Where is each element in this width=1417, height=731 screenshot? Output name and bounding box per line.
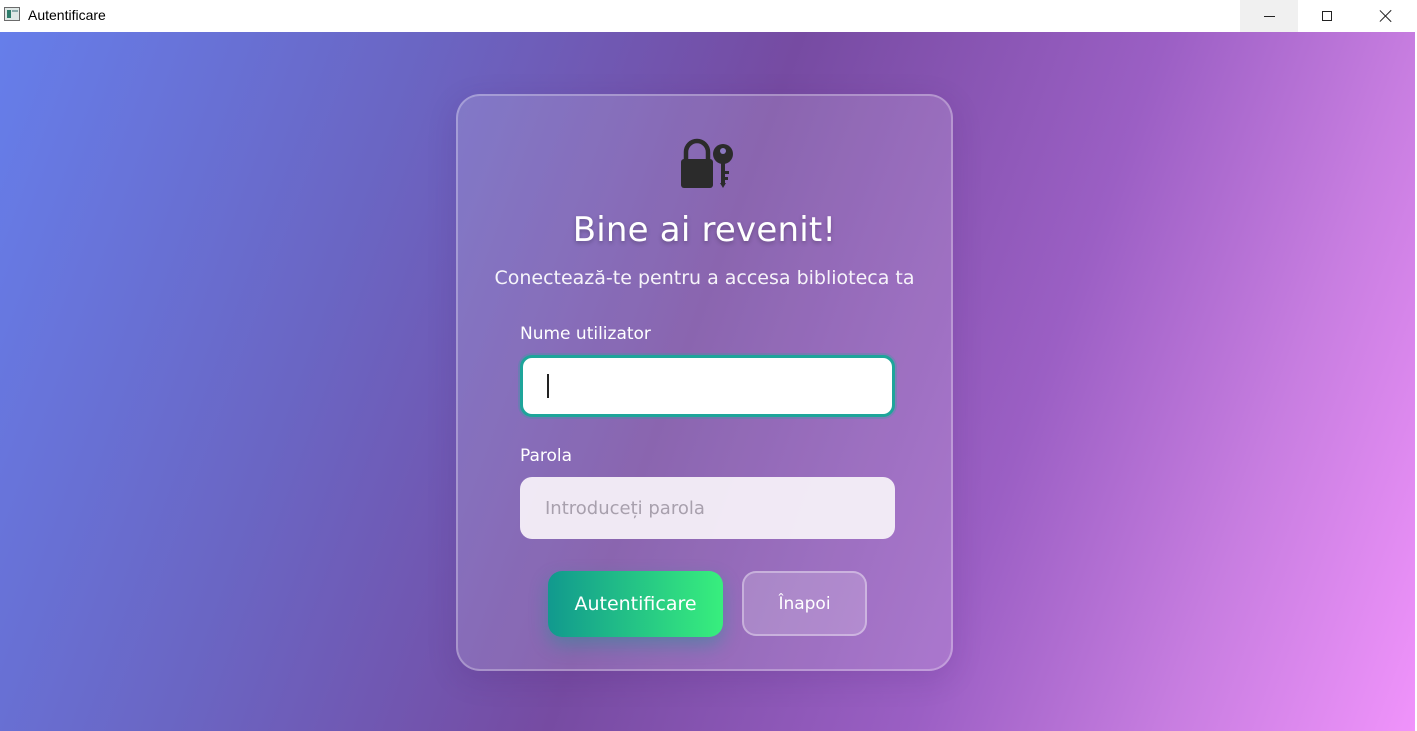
password-label: Parola xyxy=(520,446,573,466)
close-button[interactable] xyxy=(1357,0,1415,32)
login-card: Bine ai revenit! Conectează-te pentru a … xyxy=(456,94,953,671)
title-bar[interactable]: Autentificare xyxy=(0,0,1417,32)
username-label: Nume utilizator xyxy=(520,324,651,344)
password-input[interactable] xyxy=(520,477,895,539)
login-button[interactable]: Autentificare xyxy=(548,571,723,637)
gradient-background: Bine ai revenit! Conectează-te pentru a … xyxy=(0,32,1415,731)
maximize-button[interactable] xyxy=(1298,0,1356,32)
lock-key-icon xyxy=(681,138,733,188)
text-caret xyxy=(547,374,549,398)
username-input[interactable] xyxy=(520,355,895,417)
app-window: Autentificare Bine ai revenit! Conecteaz… xyxy=(0,0,1417,731)
window-title: Autentificare xyxy=(28,7,106,23)
login-title: Bine ai revenit! xyxy=(572,210,837,250)
back-button[interactable]: Înapoi xyxy=(742,571,867,636)
close-icon xyxy=(1379,9,1393,23)
login-subtitle: Conectează-te pentru a accesa biblioteca… xyxy=(494,267,915,289)
minimize-button[interactable] xyxy=(1240,0,1298,32)
maximize-icon xyxy=(1322,11,1332,21)
minimize-icon xyxy=(1263,15,1275,17)
app-icon xyxy=(4,7,20,21)
